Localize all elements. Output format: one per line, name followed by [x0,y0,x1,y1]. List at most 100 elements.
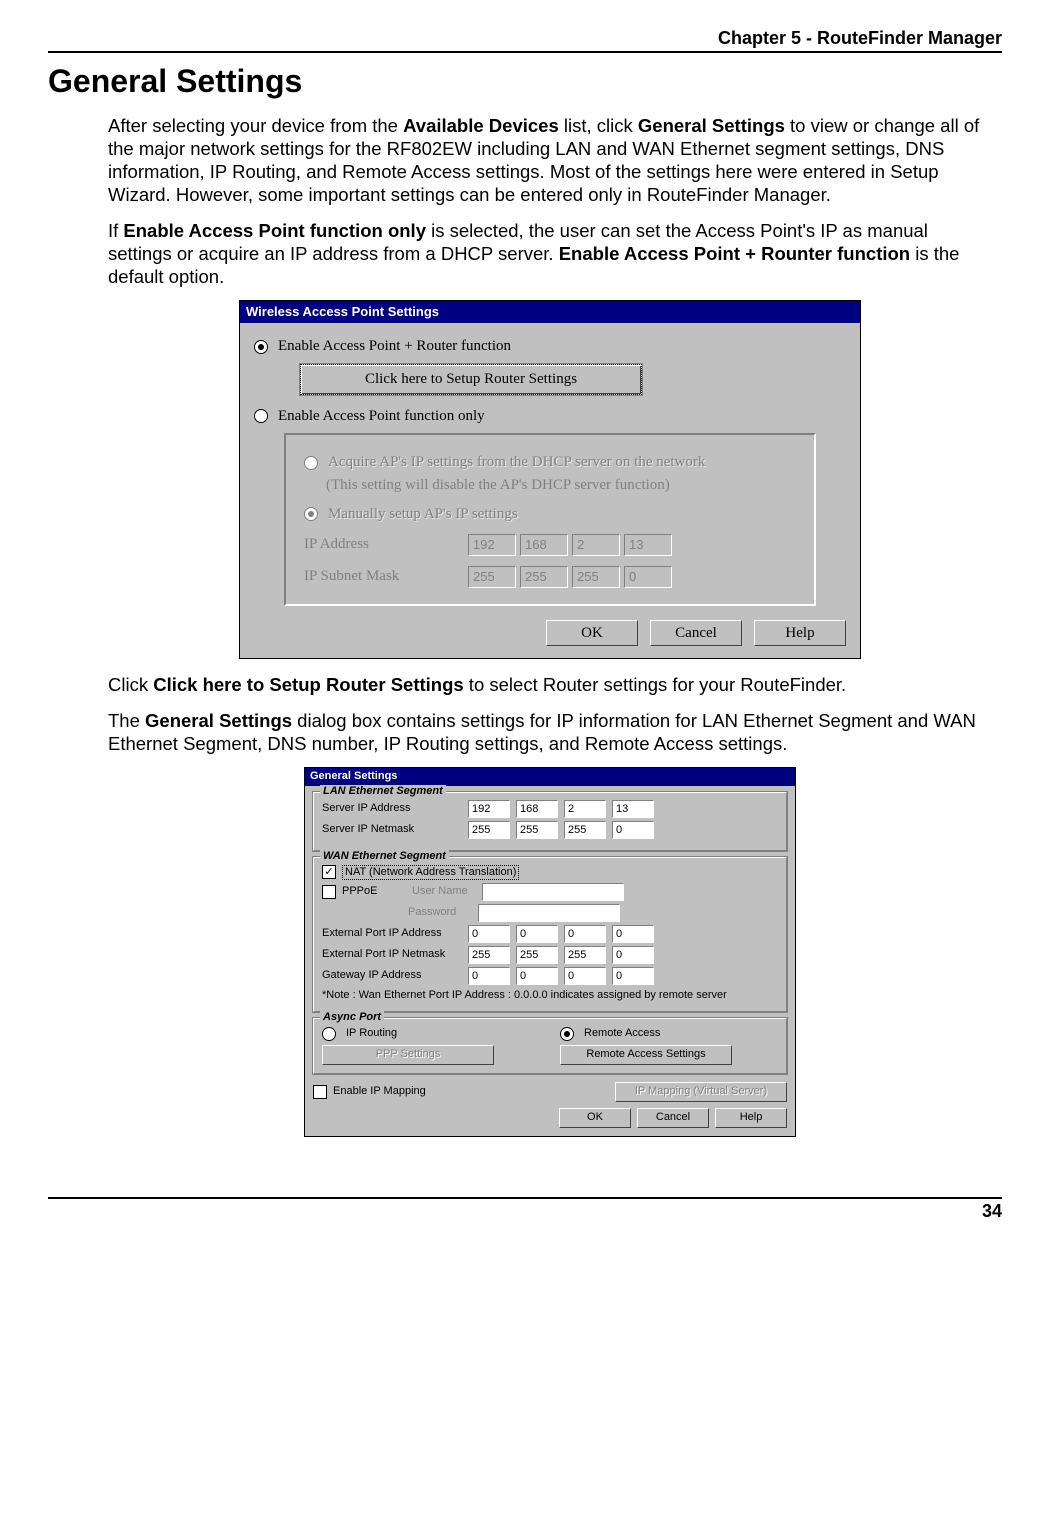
dialog-wireless-ap: Wireless Access Point Settings Enable Ac… [239,300,861,660]
password-input [478,904,620,922]
password-label: Password [408,906,472,920]
radio-acquire-dhcp: Acquire AP's IP settings from the DHCP s… [304,453,796,472]
setup-router-button[interactable]: Click here to Setup Router Settings [300,364,642,395]
text: Click [108,674,153,695]
checkbox-icon: ✓ [322,865,336,879]
ok-button[interactable]: OK [559,1108,631,1128]
ip-octet-input[interactable]: 255 [468,821,510,839]
text: to select Router settings for your Route… [464,674,847,695]
checkbox-icon [322,885,336,899]
page-title: General Settings [48,63,1002,100]
bold-text: Enable Access Point function only [123,220,426,241]
chapter-header: Chapter 5 - RouteFinder Manager [48,28,1002,49]
enable-ip-mapping-label: Enable IP Mapping [333,1085,426,1099]
ip-octet-input[interactable]: 255 [516,946,558,964]
ip-octet-input[interactable]: 0 [612,967,654,985]
password-row: Password [322,904,778,922]
ap-only-panel: Acquire AP's IP settings from the DHCP s… [284,433,816,605]
header-rule [48,51,1002,53]
ip-octet-input[interactable]: 0 [612,821,654,839]
ip-octet-input[interactable]: 13 [612,800,654,818]
ip-octet-input[interactable]: 255 [564,946,606,964]
subnet-mask-row: IP Subnet Mask 255 255 255 0 [304,566,796,588]
figure-general-settings: General Settings LAN Ethernet Segment Se… [108,767,992,1137]
pppoe-row[interactable]: PPPoE User Name [322,883,778,901]
text: After selecting your device from the [108,115,403,136]
ppp-settings-button: PPP Settings [322,1045,494,1065]
radio-icon [304,456,318,470]
radio-manual-ip: Manually setup AP's IP settings [304,505,796,524]
fieldset-legend: LAN Ethernet Segment [320,785,446,799]
ip-mapping-button: IP Mapping (Virtual Server) [615,1082,787,1102]
ip-octet-input[interactable]: 0 [612,946,654,964]
ip-octet-input[interactable]: 0 [468,925,510,943]
ext-mask-row: External Port IP Netmask 255 255 255 0 [322,946,778,964]
help-button[interactable]: Help [754,620,846,647]
pppoe-label: PPPoE [342,885,406,899]
radio-icon [560,1027,574,1041]
ip-octet-input[interactable]: 2 [564,800,606,818]
subnet-mask-label: IP Subnet Mask [304,567,464,586]
help-button[interactable]: Help [715,1108,787,1128]
ip-octet-input[interactable]: 0 [468,967,510,985]
cancel-button[interactable]: Cancel [637,1108,709,1128]
dialog-titlebar: Wireless Access Point Settings [240,301,860,323]
gateway-row: Gateway IP Address 0 0 0 0 [322,967,778,985]
radio-label: Enable Access Point function only [278,407,485,426]
ip-octet-input[interactable]: 168 [516,800,558,818]
ip-octet: 0 [624,566,672,588]
ip-address-label: IP Address [304,535,464,554]
enable-ip-mapping-row[interactable]: Enable IP Mapping [313,1085,609,1099]
ip-octet-input[interactable]: 255 [468,946,510,964]
radio-ap-router[interactable]: Enable Access Point + Router function [254,337,846,356]
wan-note: *Note : Wan Ethernet Port IP Address : 0… [322,989,778,1003]
dhcp-note: (This setting will disable the AP's DHCP… [326,476,796,495]
radio-icon [254,409,268,423]
ip-octet: 255 [520,566,568,588]
ip-octet-input[interactable]: 0 [612,925,654,943]
radio-label: Remote Access [584,1027,660,1041]
checkbox-icon [313,1085,327,1099]
ip-octet-input[interactable]: 255 [564,821,606,839]
radio-label: Acquire AP's IP settings from the DHCP s… [328,453,705,472]
page-number: 34 [48,1197,1002,1222]
nat-label: NAT (Network Address Translation) [342,865,519,881]
radio-icon [322,1027,336,1041]
ok-button[interactable]: OK [546,620,638,647]
fieldset-wan: WAN Ethernet Segment ✓ NAT (Network Addr… [313,857,787,1013]
dialog-titlebar: General Settings [305,768,795,786]
radio-label: Manually setup AP's IP settings [328,505,518,524]
ip-octet-input[interactable]: 192 [468,800,510,818]
radio-remote-access[interactable]: Remote Access [560,1027,778,1041]
paragraph-2: If Enable Access Point function only is … [108,219,992,288]
ip-octet: 2 [572,534,620,556]
remote-access-button[interactable]: Remote Access Settings [560,1045,732,1065]
bold-text: Enable Access Point + Rounter function [559,243,910,264]
server-ip-label: Server IP Address [322,802,462,816]
bold-text: Available Devices [403,115,559,136]
username-label: User Name [412,885,476,899]
cancel-button[interactable]: Cancel [650,620,742,647]
fieldset-lan: LAN Ethernet Segment Server IP Address 1… [313,792,787,851]
ip-octet-input[interactable]: 0 [516,925,558,943]
ip-octet: 255 [572,566,620,588]
dialog-general-settings: General Settings LAN Ethernet Segment Se… [304,767,796,1137]
radio-ap-only[interactable]: Enable Access Point function only [254,407,846,426]
radio-ip-routing[interactable]: IP Routing [322,1027,540,1041]
figure-wireless-ap-settings: Wireless Access Point Settings Enable Ac… [108,300,992,660]
radio-icon [304,507,318,521]
server-ip-row: Server IP Address 192 168 2 13 [322,800,778,818]
text: The [108,710,145,731]
radio-icon [254,340,268,354]
fieldset-legend: WAN Ethernet Segment [320,850,449,864]
ip-octet-input[interactable]: 0 [516,967,558,985]
gateway-label: Gateway IP Address [322,969,462,983]
ip-octet-input[interactable]: 255 [516,821,558,839]
fieldset-legend: Async Port [320,1011,384,1025]
nat-row[interactable]: ✓ NAT (Network Address Translation) [322,865,778,881]
ip-octet-input[interactable]: 0 [564,967,606,985]
text: list, click [559,115,638,136]
ip-octet: 168 [520,534,568,556]
ip-octet-input[interactable]: 0 [564,925,606,943]
bold-text: General Settings [145,710,292,731]
